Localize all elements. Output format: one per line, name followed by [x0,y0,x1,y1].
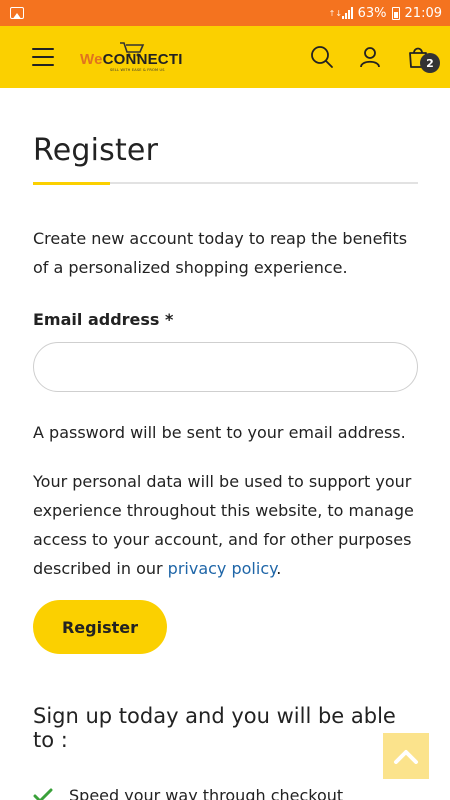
register-section: Register Create new account today to rea… [33,88,418,800]
scroll-to-top-button[interactable] [383,733,429,779]
clock: 21:09 [404,5,442,21]
battery-percent: 63% [357,5,387,21]
register-button[interactable]: Register [33,600,167,654]
signal-icon [341,7,353,19]
privacy-policy-link[interactable]: privacy policy [168,559,277,578]
site-logo[interactable]: WeCONNECTI SELL WITH EASE & FROM US [80,37,200,77]
logo-text: WeCONNECTI [80,51,183,68]
title-divider [33,181,418,185]
status-bar: ↑↓ 63% 21:09 [0,0,450,26]
page-title: Register [33,133,159,168]
privacy-text: Your personal data will be used to suppo… [33,472,414,578]
gallery-icon [10,7,24,19]
search-icon[interactable] [310,45,334,69]
user-icon[interactable] [358,45,382,69]
menu-icon[interactable] [32,48,54,66]
data-icon: ↑↓ [328,8,343,18]
email-field[interactable] [33,342,418,392]
battery-icon [391,6,400,20]
cart-count-badge: 2 [420,53,440,73]
chevron-up-icon [394,750,418,764]
cart-button[interactable]: 2 [406,45,440,73]
intro-text: Create new account today to reap the ben… [33,229,408,277]
logo-tagline: SELL WITH EASE & FROM US [110,68,165,72]
signup-heading: Sign up today and you will be able to : [33,704,396,752]
benefit-item: Speed your way through checkout [33,786,418,800]
email-label: Email address * [33,310,174,329]
site-header: WeCONNECTI SELL WITH EASE & FROM US 2 [0,26,450,88]
password-note: A password will be sent to your email ad… [33,423,406,442]
benefit-label: Speed your way through checkout [69,786,344,800]
checkmark-icon [33,788,53,800]
